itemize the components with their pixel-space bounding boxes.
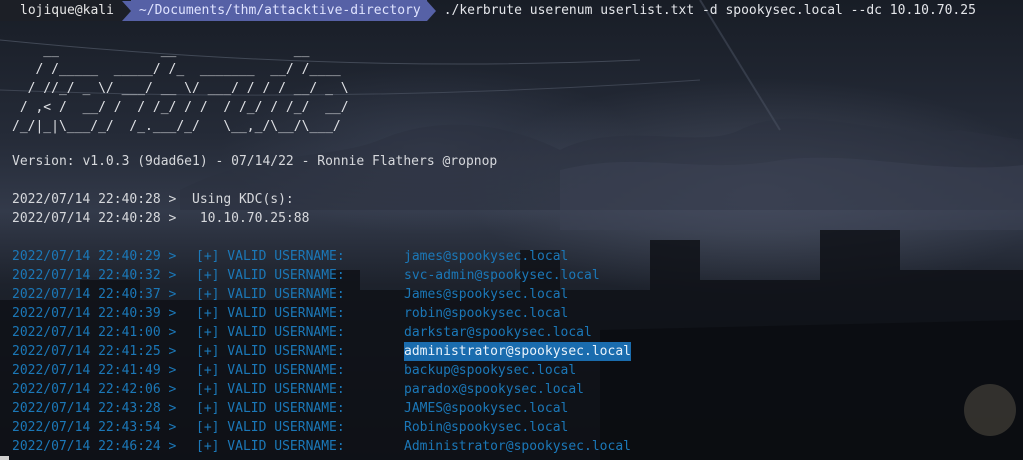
valid-username-tag: [+] VALID USERNAME: <box>196 363 345 378</box>
valid-username-row: 2022/07/14 22:40:29 > [+] VALID USERNAME:… <box>12 247 568 266</box>
row-timestamp: 2022/07/14 22:40:29 > <box>12 249 177 264</box>
terminal-window[interactable]: lojique@kali ~/Documents/thm/attacktive-… <box>0 0 1023 460</box>
row-timestamp: 2022/07/14 22:41:00 > <box>12 325 177 340</box>
username[interactable]: Robin@spookysec.local <box>404 418 568 437</box>
valid-username-row: 2022/07/14 22:41:00 > [+] VALID USERNAME:… <box>12 323 592 342</box>
row-timestamp: 2022/07/14 22:40:39 > <box>12 306 177 321</box>
row-timestamp: 2022/07/14 22:42:06 > <box>12 382 177 397</box>
valid-username-tag: [+] VALID USERNAME: <box>196 249 345 264</box>
row-timestamp: 2022/07/14 22:41:49 > <box>12 363 177 378</box>
valid-username-row: 2022/07/14 22:43:54 > [+] VALID USERNAME:… <box>12 418 568 437</box>
version-line: Version: v1.0.3 (9dad6e1) - 07/14/22 - R… <box>12 154 498 169</box>
username[interactable]: JAMES@spookysec.local <box>404 399 568 418</box>
username[interactable]: james@spookysec.local <box>404 247 568 266</box>
username[interactable]: backup@spookysec.local <box>404 361 576 380</box>
row-timestamp: 2022/07/14 22:40:37 > <box>12 287 177 302</box>
valid-username-tag: [+] VALID USERNAME: <box>196 344 345 359</box>
terminal-cursor <box>0 456 9 460</box>
valid-username-row: 2022/07/14 22:40:39 > [+] VALID USERNAME:… <box>12 304 568 323</box>
username[interactable]: Administrator@spookysec.local <box>404 437 631 456</box>
username[interactable]: paradox@spookysec.local <box>404 380 584 399</box>
row-timestamp: 2022/07/14 22:43:28 > <box>12 401 177 416</box>
valid-username-tag: [+] VALID USERNAME: <box>196 382 345 397</box>
valid-username-row: 2022/07/14 22:41:49 > [+] VALID USERNAME:… <box>12 361 576 380</box>
selected-username[interactable]: administrator@spookysec.local <box>404 342 631 361</box>
username[interactable]: darkstar@spookysec.local <box>404 323 592 342</box>
row-timestamp: 2022/07/14 22:40:32 > <box>12 268 177 283</box>
prompt-separator-icon <box>121 0 131 21</box>
prompt-command[interactable]: ./kerbrute userenum userlist.txt -d spoo… <box>436 3 976 18</box>
valid-username-row: 2022/07/14 22:41:25 > [+] VALID USERNAME:… <box>12 342 631 361</box>
valid-username-row: 2022/07/14 22:40:37 > [+] VALID USERNAME:… <box>12 285 568 304</box>
prompt-user-host: lojique@kali <box>0 0 122 21</box>
valid-username-tag: [+] VALID USERNAME: <box>196 306 345 321</box>
kdc-line: 2022/07/14 22:40:28 > Using KDC(s): <box>12 192 294 207</box>
valid-username-tag: [+] VALID USERNAME: <box>196 420 345 435</box>
row-timestamp: 2022/07/14 22:41:25 > <box>12 344 177 359</box>
prompt-directory: ~/Documents/thm/attacktive-directory <box>130 0 427 21</box>
valid-username-tag: [+] VALID USERNAME: <box>196 401 345 416</box>
valid-username-tag: [+] VALID USERNAME: <box>196 325 345 340</box>
prompt-arrow-icon <box>426 0 436 21</box>
row-timestamp: 2022/07/14 22:46:24 > <box>12 439 177 454</box>
valid-username-row: 2022/07/14 22:46:24 > [+] VALID USERNAME:… <box>12 437 631 456</box>
valid-username-tag: [+] VALID USERNAME: <box>196 287 345 302</box>
valid-username-tag: [+] VALID USERNAME: <box>196 268 345 283</box>
valid-username-row: 2022/07/14 22:43:28 > [+] VALID USERNAME:… <box>12 399 568 418</box>
username[interactable]: svc-admin@spookysec.local <box>404 266 600 285</box>
valid-username-row: 2022/07/14 22:42:06 > [+] VALID USERNAME:… <box>12 380 584 399</box>
shell-prompt: lojique@kali ~/Documents/thm/attacktive-… <box>0 0 976 21</box>
valid-username-row: 2022/07/14 22:40:32 > [+] VALID USERNAME:… <box>12 266 600 285</box>
kerbrute-ascii-banner: __ __ __ / /_____ _____/ /_ _______ __/ … <box>12 43 349 134</box>
row-timestamp: 2022/07/14 22:43:54 > <box>12 420 177 435</box>
username[interactable]: robin@spookysec.local <box>404 304 568 323</box>
username[interactable]: James@spookysec.local <box>404 285 568 304</box>
kdc-line: 2022/07/14 22:40:28 > 10.10.70.25:88 <box>12 211 310 226</box>
valid-username-tag: [+] VALID USERNAME: <box>196 439 345 454</box>
